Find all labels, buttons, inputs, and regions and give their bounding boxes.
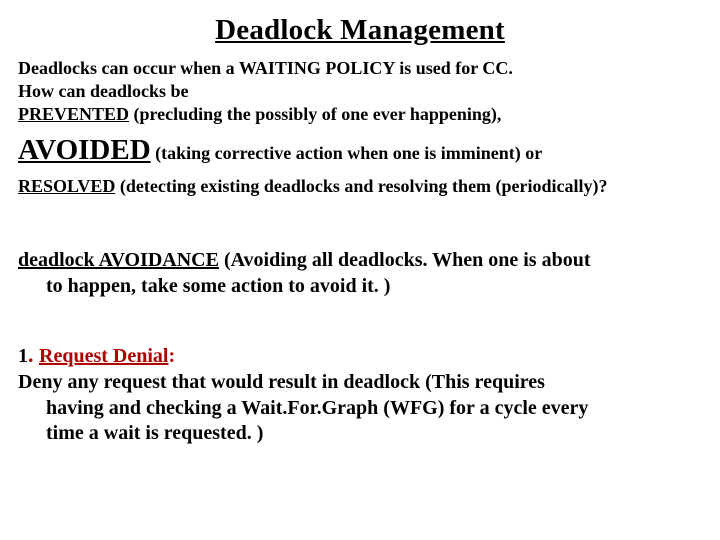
intro-avoided-line: AVOIDED (taking corrective action when o…: [18, 132, 702, 169]
resolved-keyword: RESOLVED: [18, 176, 115, 196]
page-title: Deadlock Management: [18, 14, 702, 47]
rd-line-3: time a wait is requested. ): [18, 421, 702, 447]
request-denial-block: 1. Request Denial: Deny any request that…: [18, 341, 702, 446]
avoidance-line-1: deadlock AVOIDANCE (Avoiding all deadloc…: [18, 249, 591, 271]
avoidance-rest-1: (Avoiding all deadlocks. When one is abo…: [219, 249, 591, 271]
rd-dot: .: [28, 342, 39, 367]
intro-resolved-line: RESOLVED (detecting existing deadlocks a…: [18, 175, 702, 198]
avoidance-block: deadlock AVOIDANCE (Avoiding all deadloc…: [18, 248, 702, 299]
prevented-rest: (precluding the possibly of one ever hap…: [129, 104, 501, 124]
spacer: [18, 198, 702, 248]
intro-line-2: How can deadlocks be: [18, 80, 702, 103]
spacer-2: [18, 299, 702, 341]
avoided-rest: (taking corrective action when one is im…: [151, 143, 543, 163]
resolved-rest: (detecting existing deadlocks and resolv…: [115, 176, 607, 196]
avoided-keyword: AVOIDED: [18, 134, 151, 166]
intro-block: Deadlocks can occur when a WAITING POLIC…: [18, 57, 702, 198]
avoidance-heading: deadlock AVOIDANCE: [18, 249, 219, 271]
rd-title: Request Denial: [39, 345, 168, 367]
rd-number: 1: [18, 345, 28, 367]
intro-line-1: Deadlocks can occur when a WAITING POLIC…: [18, 57, 702, 80]
rd-colon: :: [168, 345, 175, 367]
rd-line-1: Deny any request that would result in de…: [18, 370, 702, 396]
rd-line-2: having and checking a Wait.For.Graph (WF…: [18, 396, 702, 422]
prevented-keyword: PREVENTED: [18, 104, 129, 124]
intro-prevented-line: PREVENTED (precluding the possibly of on…: [18, 103, 702, 126]
rd-title-line: 1. Request Denial:: [18, 341, 702, 370]
avoidance-line-2: to happen, take some action to avoid it.…: [18, 274, 702, 300]
